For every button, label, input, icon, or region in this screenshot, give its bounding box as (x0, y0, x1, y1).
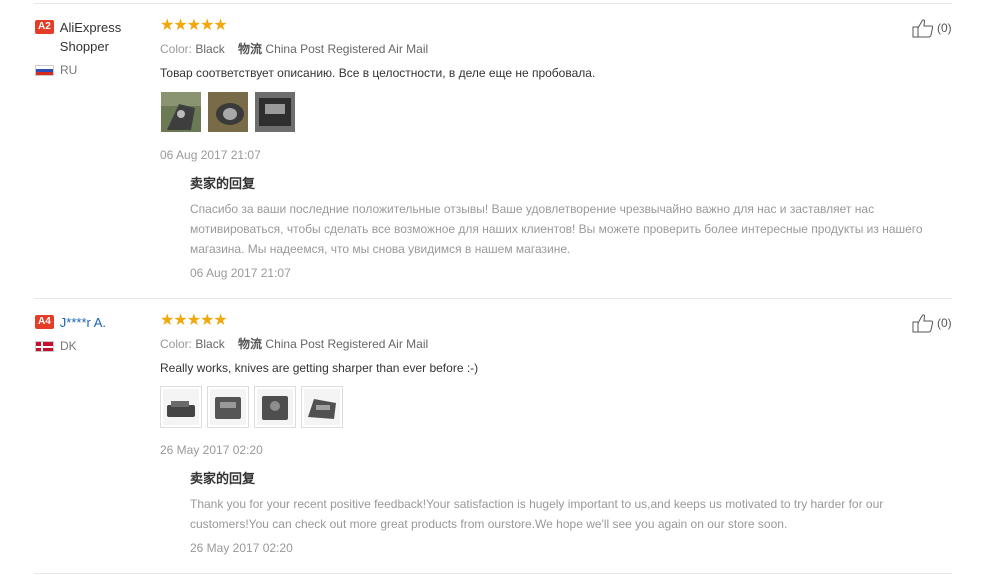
reviewer-name[interactable]: J****r A. (60, 313, 106, 332)
seller-reply-date: 26 May 2017 02:20 (190, 541, 293, 555)
seller-reply-date: 06 Aug 2017 21:07 (190, 266, 291, 280)
buyer-level-badge: A2 (35, 20, 54, 34)
seller-reply: 卖家的回复 Thank you for your recent positive… (190, 470, 952, 557)
seller-reply-text: Thank you for your recent positive feedb… (190, 497, 884, 531)
buyer-level-badge: A4 (35, 315, 54, 329)
helpful-button[interactable]: (0) (912, 313, 952, 333)
reviewer-country: DK (35, 339, 145, 353)
shipping-label: 物流 (238, 337, 263, 351)
reviewer-info: A2 AliExpress Shopper RU (35, 18, 145, 77)
color-label: Color: (160, 42, 193, 56)
review-photo[interactable] (207, 91, 249, 133)
seller-reply-title: 卖家的回复 (190, 176, 256, 191)
reviewer-name: AliExpress Shopper (59, 20, 122, 54)
flag-ru-icon (35, 64, 54, 76)
review-photo[interactable] (254, 386, 296, 428)
helpful-count: (0) (937, 21, 952, 35)
shipping-value: China Post Registered Air Mail (265, 42, 429, 56)
color-value: Black (195, 42, 225, 56)
star-rating: ★★★★★ (160, 312, 228, 329)
reviewer-country: RU (35, 63, 145, 77)
bottom-divider (34, 573, 952, 574)
country-code: RU (60, 63, 78, 77)
review-photo[interactable] (160, 386, 202, 428)
helpful-count: (0) (937, 316, 952, 330)
review-divider (34, 298, 952, 299)
flag-dk-icon (35, 340, 54, 352)
reviewer-info: A4 J****r A. DK (35, 313, 145, 353)
thumbs-up-icon (912, 19, 934, 38)
review-text: Really works, knives are getting sharper… (160, 361, 479, 375)
review-attributes: Color: Black 物流 China Post Registered Ai… (160, 335, 920, 353)
review-content: ★★★★★ Color: Black 物流 China Post Registe… (160, 18, 920, 164)
review-text: Товар соответствует описанию. Все в цело… (160, 66, 596, 80)
shipping-value: China Post Registered Air Mail (265, 337, 429, 351)
review-photo[interactable] (160, 91, 202, 133)
seller-reply: 卖家的回复 Спасибо за ваши последние положите… (190, 175, 952, 282)
star-rating: ★★★★★ (160, 17, 228, 34)
review-content: ★★★★★ Color: Black 物流 China Post Registe… (160, 313, 920, 459)
color-value: Black (195, 337, 225, 351)
helpful-button[interactable]: (0) (912, 18, 952, 38)
country-code: DK (60, 339, 77, 353)
review-photo[interactable] (207, 386, 249, 428)
review-photos (160, 386, 920, 428)
top-divider (34, 3, 952, 4)
review-photos (160, 91, 920, 133)
review-attributes: Color: Black 物流 China Post Registered Ai… (160, 40, 920, 58)
shipping-label: 物流 (238, 42, 263, 56)
review-date: 26 May 2017 02:20 (160, 443, 263, 457)
review-date: 06 Aug 2017 21:07 (160, 148, 261, 162)
seller-reply-title: 卖家的回复 (190, 471, 256, 486)
seller-reply-text: Спасибо за ваши последние положительные … (190, 202, 923, 256)
thumbs-up-icon (912, 314, 934, 333)
color-label: Color: (160, 337, 193, 351)
review-photo[interactable] (301, 386, 343, 428)
review-photo[interactable] (254, 91, 296, 133)
